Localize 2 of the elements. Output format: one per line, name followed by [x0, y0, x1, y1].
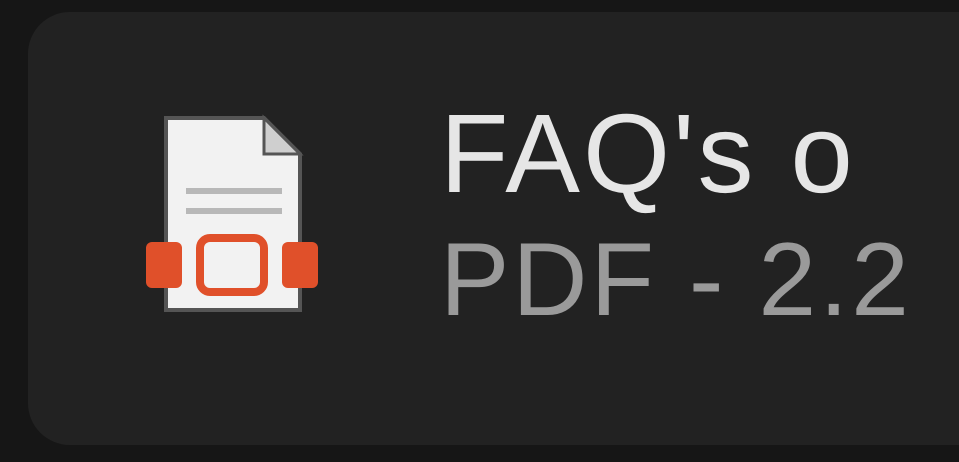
file-info: PDF - 2.2: [440, 228, 912, 332]
attachment-card[interactable]: FAQ's o PDF - 2.2: [28, 12, 959, 445]
